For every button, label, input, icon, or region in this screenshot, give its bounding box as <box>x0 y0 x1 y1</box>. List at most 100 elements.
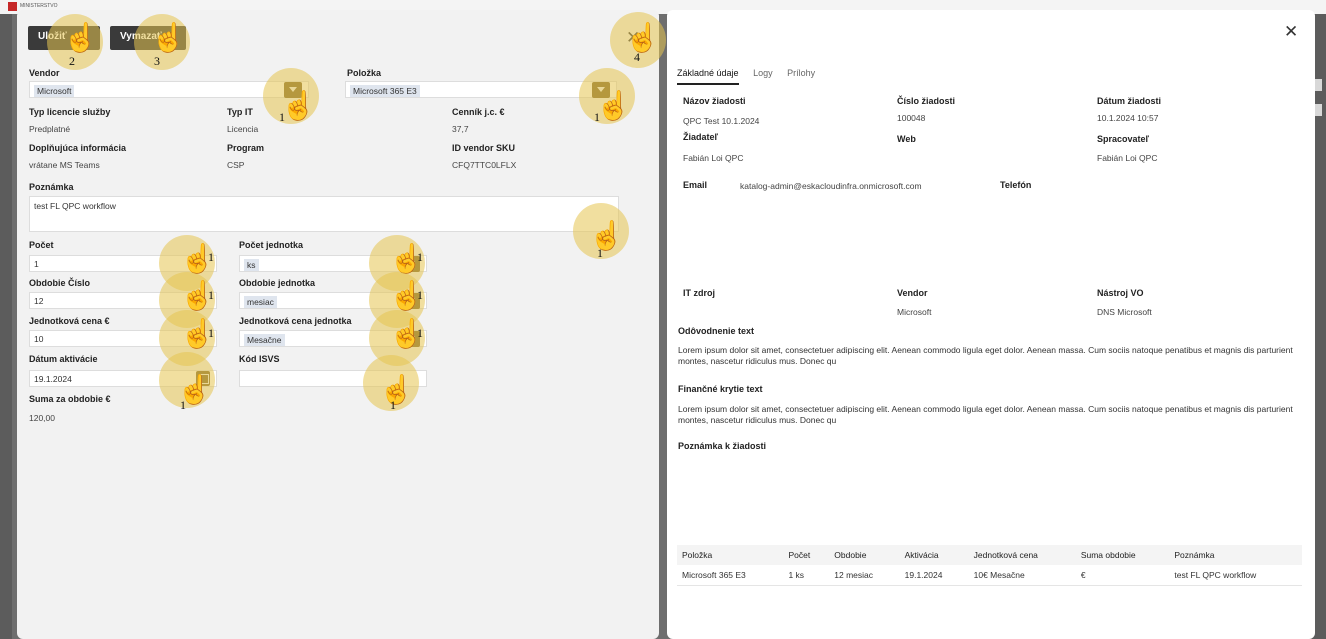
step-number: 1 <box>279 110 285 124</box>
email-label: Email <box>683 180 708 190</box>
hand-pointer-icon: ☝ <box>281 90 316 121</box>
nazov-value: QPC Test 10.1.2024 <box>683 116 760 126</box>
step-number: 1 <box>417 250 423 264</box>
spracovatel-label: Spracovateľ <box>1097 134 1149 144</box>
step-number: 1 <box>594 110 600 124</box>
datum-value: 10.1.2024 10:57 <box>1097 113 1159 123</box>
nastroj-value: DNS Microsoft <box>1097 307 1152 317</box>
column-header: Obdobie <box>829 545 900 565</box>
suma-value: 120,00 <box>29 413 55 423</box>
cislo-label: Číslo žiadosti <box>897 96 956 106</box>
step-number: 1 <box>417 288 423 302</box>
vendor-label: Vendor <box>897 288 928 298</box>
step-number: 1 <box>390 398 396 412</box>
table-cell: € <box>1075 565 1170 586</box>
polozka-select[interactable]: Microsoft 365 E3 <box>345 81 617 98</box>
financne-label: Finančné krytie text <box>678 384 763 394</box>
tab-zakladne-udaje[interactable]: Základné údaje <box>677 68 739 85</box>
program-label: Program <box>227 143 265 153</box>
step-number: 1 <box>208 326 214 340</box>
vendor-value: Microsoft <box>34 85 75 97</box>
background-sidebar <box>0 14 12 639</box>
table-cell: 10€ Mesačne <box>968 565 1076 586</box>
step-number: 4 <box>634 50 640 64</box>
tab-logy[interactable]: Logy <box>753 68 773 83</box>
step-number: 1 <box>597 246 603 260</box>
tab-prilohy[interactable]: Prílohy <box>787 68 815 83</box>
vendor-value: Microsoft <box>897 307 932 317</box>
nazov-label: Názov žiadosti <box>683 96 746 106</box>
datum-label: Dátum žiadosti <box>1097 96 1162 106</box>
hand-pointer-icon: ☝ <box>151 22 186 53</box>
id-vendor-sku-label: ID vendor SKU <box>452 143 516 153</box>
obdobie-jednotka-value: mesiac <box>244 296 277 308</box>
column-header: Položka <box>677 545 784 565</box>
ziadatel-label: Žiadateľ <box>683 132 718 142</box>
datum-aktivacie-value: 19.1.2024 <box>34 374 72 384</box>
table-cell: 12 mesiac <box>829 565 900 586</box>
hand-pointer-icon: ☝ <box>379 374 414 405</box>
doplnujuca-label: Doplňujúca informácia <box>29 143 127 153</box>
obdobie-cislo-label: Obdobie Číslo <box>29 278 91 288</box>
typ-it-label: Typ IT <box>227 107 253 117</box>
pocet-jednotka-label: Počet jednotka <box>239 240 304 250</box>
step-number: 2 <box>69 54 75 68</box>
close-right-panel-button[interactable]: ✕ <box>1284 22 1298 42</box>
poznamka-label: Poznámka <box>29 182 74 192</box>
column-header: Suma obdobie <box>1075 545 1170 565</box>
items-table: Položka Počet Obdobie Aktivácia Jednotko… <box>677 545 1302 586</box>
cislo-value: 100048 <box>897 113 926 123</box>
odovodnenie-text: Lorem ipsum dolor sit amet, consectetuer… <box>678 345 1293 367</box>
nastroj-label: Nástroj VO <box>1097 288 1144 298</box>
obdobie-cislo-value: 12 <box>34 296 44 306</box>
poznamka-k-ziadosti-label: Poznámka k žiadosti <box>678 441 767 451</box>
step-number: 1 <box>180 398 186 412</box>
web-label: Web <box>897 134 916 144</box>
odovodnenie-label: Odôvodnenie text <box>678 326 755 336</box>
telefon-label: Telefón <box>1000 180 1032 190</box>
polozka-value: Microsoft 365 E3 <box>350 85 420 97</box>
spracovatel-value: Fabián Loi QPC <box>1097 153 1158 163</box>
hand-pointer-icon: ☝ <box>63 22 98 53</box>
it-zdroj-label: IT zdroj <box>683 288 715 298</box>
pocet-label: Počet <box>29 240 54 250</box>
column-header: Aktivácia <box>899 545 969 565</box>
financne-text: Lorem ipsum dolor sit amet, consectetuer… <box>678 404 1293 426</box>
email-value: katalog-admin@eskacloudinfra.onmicrosoft… <box>740 181 922 191</box>
table-cell: Microsoft 365 E3 <box>677 565 784 586</box>
column-header: Počet <box>783 545 830 565</box>
datum-aktivacie-label: Dátum aktivácie <box>29 354 98 364</box>
cennik-value: 37,7 <box>452 124 469 134</box>
typ-it-value: Licencia <box>227 124 259 134</box>
table-row[interactable]: Microsoft 365 E3 1 ks 12 mesiac 19.1.202… <box>677 565 1302 586</box>
id-vendor-sku-value: CFQ7TTC0LFLX <box>452 160 517 170</box>
hand-pointer-icon: ☝ <box>589 220 624 251</box>
program-value: CSP <box>227 160 245 170</box>
edit-item-panel: Uložiť Vymazať ✕ Vendor Microsoft Položk… <box>17 10 666 639</box>
vendor-label: Vendor <box>29 68 60 78</box>
polozka-label: Položka <box>347 68 382 78</box>
jednotkova-cena-value: 10 <box>34 334 44 344</box>
table-cell: 19.1.2024 <box>899 565 969 586</box>
request-detail-panel: ✕ Základné údaje Logy Prílohy Názov žiad… <box>667 10 1315 639</box>
rail-item <box>1314 79 1322 91</box>
hand-pointer-icon: ☝ <box>625 22 660 53</box>
step-number: 1 <box>417 326 423 340</box>
step-number: 1 <box>208 288 214 302</box>
poznamka-value: test FL QPC workflow <box>34 201 116 211</box>
typ-licencie-label: Typ licencie služby <box>29 107 111 117</box>
hand-pointer-icon: ☝ <box>596 90 631 121</box>
typ-licencie-value: Predplatné <box>29 124 71 134</box>
app-logo <box>8 2 17 11</box>
poznamka-textarea[interactable]: test FL QPC workflow <box>29 196 619 232</box>
tab-bar: Základné údaje Logy Prílohy <box>677 68 827 85</box>
pocet-jednotka-value: ks <box>244 259 259 271</box>
table-header-row: Položka Počet Obdobie Aktivácia Jednotko… <box>677 545 1302 565</box>
jednotkova-cena-label: Jednotková cena € <box>29 316 110 326</box>
app-logo-text: MINISTERSTVO <box>20 3 58 9</box>
table-cell: test FL QPC workflow <box>1169 565 1302 586</box>
cennik-label: Cenník j.c. € <box>452 107 505 117</box>
jednotkova-cena-jednotka-value: Mesačne <box>244 334 285 346</box>
doplnujuca-value: vrátane MS Teams <box>29 160 100 170</box>
rail-item <box>1314 104 1322 116</box>
